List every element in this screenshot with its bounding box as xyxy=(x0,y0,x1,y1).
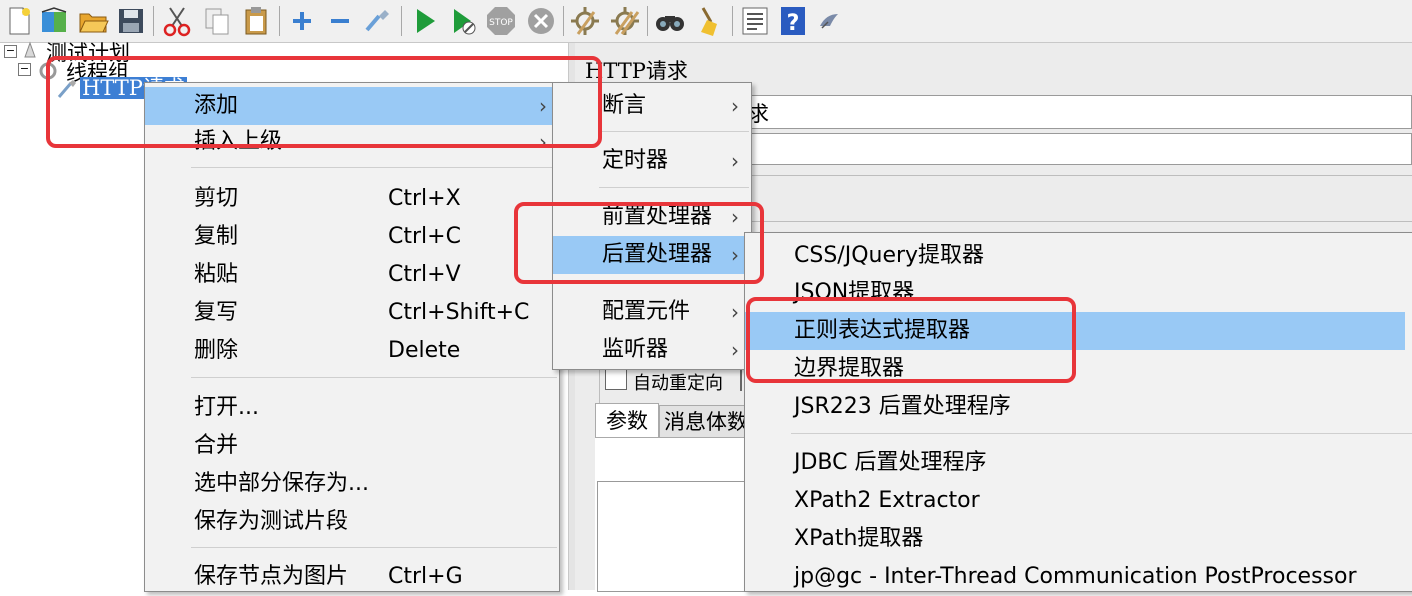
chevron-right-icon: › xyxy=(731,94,739,118)
menu-item-jdbc-postprocessor[interactable]: JDBC 后置处理程序 xyxy=(745,444,1412,482)
menu-item-paste[interactable]: 粘贴 Ctrl+V xyxy=(145,256,557,294)
search-icon[interactable] xyxy=(653,4,687,38)
menu-item-css-jquery-extractor[interactable]: CSS/JQuery提取器 xyxy=(745,237,1412,275)
menu-item-save-node-as-image[interactable]: 保存节点为图片 Ctrl+G xyxy=(145,558,557,596)
shutdown-icon[interactable] xyxy=(524,4,558,38)
tree-collapse-toggle[interactable]: − xyxy=(4,45,17,58)
chevron-right-icon: › xyxy=(731,338,739,362)
annotation-box-regex-extractor xyxy=(746,297,1076,383)
post-processor-submenu: CSS/JQuery提取器 JSON提取器 正则表达式提取器 边界提取器 JSR… xyxy=(744,232,1412,592)
function-helper-icon[interactable] xyxy=(738,4,772,38)
toggle-icon[interactable] xyxy=(361,4,395,38)
collapse-icon[interactable] xyxy=(323,4,357,38)
menu-item-inter-thread-postprocessor[interactable]: jp@gc - Inter-Thread Communication PostP… xyxy=(745,558,1412,596)
toolbar: STOP ? xyxy=(0,0,1412,43)
clear-icon[interactable] xyxy=(568,4,602,38)
panel-divider xyxy=(745,221,1412,222)
save-icon[interactable] xyxy=(114,4,148,38)
tab-body-data[interactable]: 消息体数 xyxy=(659,405,755,438)
menu-item-config-elements[interactable]: 配置元件 › xyxy=(553,293,749,331)
expand-icon[interactable] xyxy=(285,4,319,38)
tree-collapse-toggle[interactable]: − xyxy=(18,63,31,76)
context-menu: 添加 › 插入上级 › 剪切 Ctrl+X 复制 Ctrl+C 粘贴 Ctrl+… xyxy=(144,82,560,592)
clear-all-icon[interactable] xyxy=(608,4,642,38)
start-no-pause-icon[interactable] xyxy=(446,4,480,38)
chevron-right-icon: › xyxy=(731,149,739,173)
stop-icon[interactable]: STOP xyxy=(484,4,518,38)
svg-text:STOP: STOP xyxy=(489,18,513,28)
menu-item-delete[interactable]: 删除 Delete xyxy=(145,332,557,370)
auto-redirect-label: 自动重定向 xyxy=(633,373,723,394)
menu-item-xpath2-extractor[interactable]: XPath2 Extractor xyxy=(745,482,1412,520)
tab-params[interactable]: 参数 xyxy=(595,403,659,438)
next-checkbox-edge xyxy=(740,369,742,391)
new-icon[interactable] xyxy=(2,4,36,38)
annotation-box-post-processors xyxy=(514,202,764,284)
paste-icon[interactable] xyxy=(240,4,274,38)
menu-item-duplicate[interactable]: 复写 Ctrl+Shift+C xyxy=(145,294,557,332)
svg-text:?: ? xyxy=(787,11,800,36)
test-plan-icon xyxy=(21,41,39,59)
panel-divider xyxy=(745,175,1412,176)
chevron-right-icon: › xyxy=(731,300,739,324)
menu-item-copy[interactable]: 复制 Ctrl+C xyxy=(145,218,557,256)
comments-field[interactable] xyxy=(747,133,1412,165)
open-icon[interactable] xyxy=(76,4,110,38)
templates-icon[interactable] xyxy=(38,4,72,38)
auto-redirect-checkbox[interactable] xyxy=(605,368,627,390)
help-icon[interactable]: ? xyxy=(776,4,810,38)
annotation-box-add xyxy=(46,56,602,148)
menu-item-save-selection-as[interactable]: 选中部分保存为... xyxy=(145,465,557,503)
cut-icon[interactable] xyxy=(160,4,194,38)
copy-icon[interactable] xyxy=(200,4,234,38)
name-field[interactable]: 求 xyxy=(747,95,1412,129)
menu-item-cut[interactable]: 剪切 Ctrl+X xyxy=(145,180,557,218)
start-icon[interactable] xyxy=(408,4,442,38)
menu-item-save-as-test-fragment[interactable]: 保存为测试片段 xyxy=(145,503,557,541)
menu-item-merge[interactable]: 合并 xyxy=(145,427,557,465)
menu-item-open[interactable]: 打开... xyxy=(145,389,557,427)
menu-item-jsr223-postprocessor[interactable]: JSR223 后置处理程序 xyxy=(745,388,1412,426)
menu-item-xpath-extractor[interactable]: XPath提取器 xyxy=(745,520,1412,558)
logger-icon[interactable] xyxy=(812,4,846,38)
menu-item-listeners[interactable]: 监听器 › xyxy=(553,331,749,369)
reset-search-icon[interactable] xyxy=(693,4,727,38)
